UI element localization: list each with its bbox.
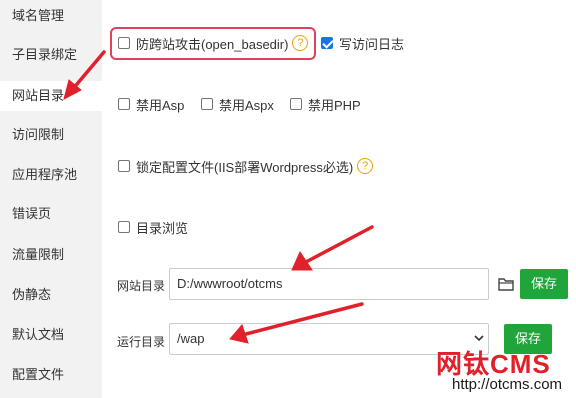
run-dir-label: 运行目录 bbox=[117, 335, 166, 349]
anti-cross-site-option: 防跨站攻击(open_basedir) ? bbox=[118, 33, 309, 53]
disable-php-option: 禁用PHP bbox=[290, 94, 361, 114]
dir-browse-checkbox[interactable] bbox=[118, 221, 130, 233]
anti-cross-site-label: 防跨站攻击(open_basedir) bbox=[136, 36, 289, 52]
watermark-url: http://otcms.com bbox=[452, 376, 563, 393]
disable-php-label: 禁用PHP bbox=[308, 97, 361, 113]
arrow-to-site-dir bbox=[304, 225, 374, 264]
disable-php-checkbox[interactable] bbox=[290, 98, 302, 110]
disable-aspx-checkbox[interactable] bbox=[201, 98, 213, 110]
dir-browse-option: 目录浏览 bbox=[118, 217, 188, 237]
sidebar-item-site-directory[interactable]: 网站目录 bbox=[0, 81, 102, 111]
disable-aspx-option: 禁用Aspx bbox=[201, 94, 274, 114]
help-icon[interactable]: ? bbox=[292, 35, 309, 51]
sidebar-item-access-limit[interactable]: 访问限制 bbox=[0, 120, 102, 150]
run-dir-value: /wap bbox=[177, 331, 205, 346]
access-log-checkbox[interactable] bbox=[321, 37, 333, 49]
lock-config-option: 锁定配置文件(IIS部署Wordpress必选) ? bbox=[118, 156, 374, 176]
sidebar-item-subdirectory-binding[interactable]: 子目录绑定 bbox=[0, 40, 102, 70]
dir-browse-label: 目录浏览 bbox=[136, 220, 189, 236]
sidebar-item-config-file[interactable]: 配置文件 bbox=[0, 360, 102, 390]
sidebar-item-traffic-limit[interactable]: 流量限制 bbox=[0, 240, 102, 270]
sidebar-item-default-document[interactable]: 默认文档 bbox=[0, 320, 102, 350]
sidebar-item-domain-management[interactable]: 域名管理 bbox=[0, 1, 102, 31]
site-dir-save-button[interactable]: 保存 bbox=[520, 269, 568, 299]
access-log-option: 写访问日志 bbox=[321, 33, 404, 53]
disable-asp-option: 禁用Asp bbox=[118, 94, 184, 114]
lock-config-label: 锁定配置文件(IIS部署Wordpress必选) bbox=[136, 159, 354, 175]
folder-icon[interactable] bbox=[498, 277, 514, 291]
disable-asp-label: 禁用Asp bbox=[136, 97, 185, 113]
disable-asp-checkbox[interactable] bbox=[118, 98, 130, 110]
sidebar-item-rewrite[interactable]: 伪静态 bbox=[0, 280, 102, 310]
sidebar: 域名管理 子目录绑定 网站目录 访问限制 应用程序池 错误页 流量限制 伪静态 … bbox=[0, 0, 102, 398]
site-dir-input[interactable]: D:/wwwroot/otcms bbox=[169, 268, 489, 300]
help-icon[interactable]: ? bbox=[357, 158, 374, 174]
access-log-label: 写访问日志 bbox=[339, 36, 405, 52]
chevron-down-icon bbox=[474, 335, 484, 342]
sidebar-item-app-pool[interactable]: 应用程序池 bbox=[0, 160, 102, 190]
anti-cross-site-checkbox[interactable] bbox=[118, 37, 130, 49]
sidebar-item-error-page[interactable]: 错误页 bbox=[0, 199, 102, 229]
disable-aspx-label: 禁用Aspx bbox=[219, 97, 274, 113]
lock-config-checkbox[interactable] bbox=[118, 160, 130, 172]
site-dir-label: 网站目录 bbox=[117, 279, 166, 293]
